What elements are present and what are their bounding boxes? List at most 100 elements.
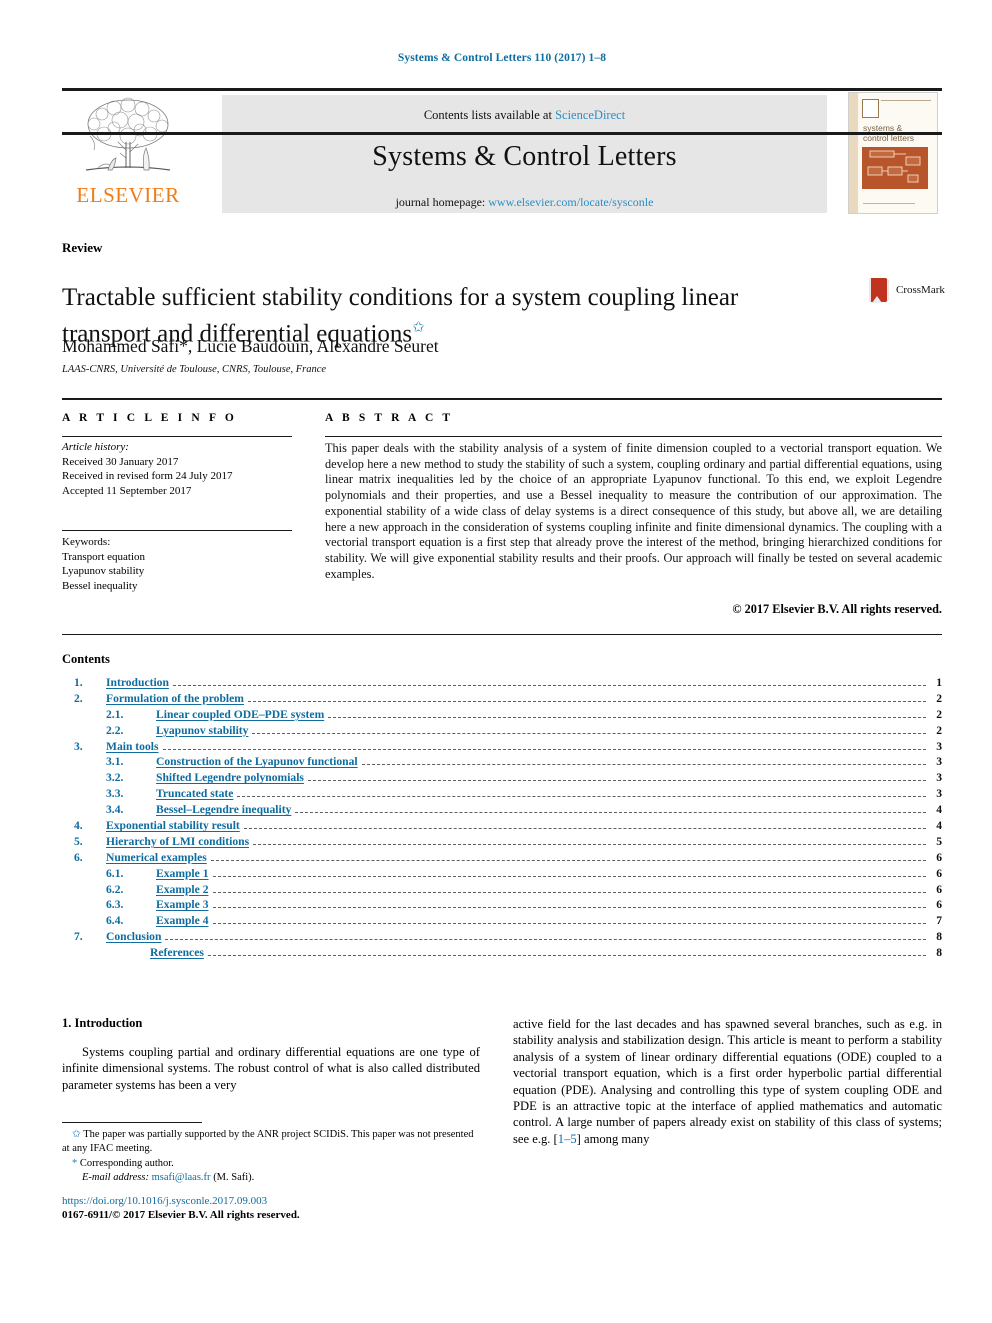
toc-entry-link[interactable]: Example 3	[156, 898, 209, 911]
journal-homepage-link[interactable]: www.elsevier.com/locate/sysconle	[488, 195, 653, 209]
keywords-block: Keywords: Transport equation Lyapunov st…	[62, 535, 292, 593]
footnote-email-line: E-mail address: msafi@laas.fr (M. Safi).	[62, 1171, 482, 1185]
toc-entry-link[interactable]: Linear coupled ODE–PDE system	[156, 708, 324, 721]
history-item: Received 30 January 2017	[62, 455, 179, 468]
toc-entry-link[interactable]: Construction of the Lyapunov functional	[156, 755, 358, 768]
toc-entry[interactable]: 6.4. Example 4 7	[62, 914, 942, 930]
toc-entry-link[interactable]: Exponential stability result	[106, 819, 240, 832]
footnote-rule	[62, 1122, 202, 1123]
toc-entry[interactable]: 3.3. Truncated state 3	[62, 787, 942, 803]
journal-article-page: Systems & Control Letters 110 (2017) 1–8	[0, 0, 992, 1323]
article-history-label: Article history:	[62, 441, 129, 453]
toc-entry[interactable]: 7. Conclusion 8	[62, 930, 942, 946]
toc-entry-link[interactable]: Example 4	[156, 914, 209, 927]
footnote-corresponding: * Corresponding author.	[62, 1157, 482, 1171]
toc-entry-number: 6.1.	[106, 866, 124, 880]
title-footnote-marker: ✩	[412, 319, 425, 336]
keyword-item: Lyapunov stability	[62, 565, 145, 577]
doi-link[interactable]: https://doi.org/10.1016/j.sysconle.2017.…	[62, 1194, 482, 1208]
toc-entry-page: 4	[936, 819, 942, 833]
toc-entry-number: 6.3.	[106, 898, 124, 912]
toc-entry-link[interactable]: Truncated state	[156, 787, 233, 800]
keyword-item: Bessel inequality	[62, 579, 138, 592]
issn-copyright-line: 0167-6911/© 2017 Elsevier B.V. All right…	[62, 1209, 300, 1221]
toc-entry[interactable]: 2.1. Linear coupled ODE–PDE system 2	[62, 708, 942, 724]
toc-entry-number: 2.2.	[106, 723, 124, 737]
toc-entry-link[interactable]: Bessel–Legendre inequality	[156, 803, 291, 816]
toc-leader-dots	[162, 741, 926, 750]
contents-available-prefix: Contents lists available at	[423, 108, 556, 122]
toc-entry[interactable]: References 8	[62, 946, 942, 962]
toc-entry[interactable]: 2.2. Lyapunov stability 2	[62, 724, 942, 740]
toc-entry-link[interactable]: References	[150, 946, 204, 959]
toc-entry-number: 5.	[74, 834, 83, 848]
toc-entry-number: 3.2.	[106, 771, 124, 785]
toc-entry-number: 2.	[74, 691, 83, 705]
toc-entry-number: 6.2.	[106, 882, 124, 896]
cover-diagram-art	[862, 147, 928, 189]
sciencedirect-link[interactable]: ScienceDirect	[555, 108, 625, 122]
toc-entry-number: 3.	[74, 739, 83, 753]
toc-entry-link[interactable]: Main tools	[106, 740, 159, 753]
toc-leader-dots	[212, 868, 926, 877]
toc-entry-link[interactable]: Shifted Legendre polynomials	[156, 771, 304, 784]
toc-entry-page: 2	[936, 691, 942, 705]
doi-block: https://doi.org/10.1016/j.sysconle.2017.…	[62, 1194, 482, 1222]
crossmark-badge-group[interactable]: CrossMark	[862, 270, 945, 310]
crossmark-icon	[862, 275, 892, 305]
toc-entry-link[interactable]: Example 1	[156, 867, 209, 880]
email-owner: (M. Safi).	[213, 1171, 255, 1183]
toc-entry-page: 2	[936, 723, 942, 737]
toc-leader-dots	[172, 677, 926, 686]
toc-leader-dots	[165, 931, 926, 941]
toc-entry-link[interactable]: Numerical examples	[106, 851, 207, 864]
toc-entry[interactable]: 1. Introduction 1	[62, 676, 942, 692]
toc-entry-page: 3	[936, 739, 942, 753]
toc-entry-number: 6.4.	[106, 914, 124, 928]
toc-entry-page: 5	[936, 834, 942, 848]
toc-entry[interactable]: 6.3. Example 3 6	[62, 898, 942, 914]
abstract-rule	[325, 436, 942, 438]
toc-entry-page: 8	[936, 946, 942, 960]
cover-footer-text	[863, 203, 915, 206]
elsevier-tree-icon	[85, 97, 171, 171]
toc-entry[interactable]: 3.1. Construction of the Lyapunov functio…	[62, 755, 942, 771]
toc-entry-link[interactable]: Hierarchy of LMI conditions	[106, 835, 249, 848]
toc-entry[interactable]: 3.2. Shifted Legendre polynomials 3	[62, 771, 942, 787]
intro-right-text-a: active field for the last decades and ha…	[513, 1017, 942, 1146]
toc-entry-number: 3.3.	[106, 787, 124, 801]
toc-entry[interactable]: 6. Numerical examples 6	[62, 851, 942, 867]
toc-entry-link[interactable]: Conclusion	[106, 930, 161, 943]
toc-entry-page: 8	[936, 930, 942, 944]
email-link[interactable]: msafi@laas.fr	[152, 1172, 211, 1183]
cover-header-text	[881, 100, 931, 103]
toc-entry[interactable]: 6.2. Example 2 6	[62, 883, 942, 899]
toc-entry-link[interactable]: Lyapunov stability	[156, 724, 248, 737]
toc-entry[interactable]: 5. Hierarchy of LMI conditions 5	[62, 835, 942, 851]
toc-entry[interactable]: 6.1. Example 1 6	[62, 867, 942, 883]
abstract-text: This paper deals with the stability anal…	[325, 441, 942, 581]
toc-entry-link[interactable]: Introduction	[106, 676, 169, 689]
toc-leader-dots	[328, 709, 926, 718]
footnote-funding: ✩ The paper was partially supported by t…	[62, 1128, 482, 1155]
toc-entry-link[interactable]: Example 2	[156, 883, 209, 896]
abstract-copyright: © 2017 Elsevier B.V. All rights reserved…	[732, 602, 942, 616]
toc-entry-page: 1	[936, 676, 942, 689]
toc-leader-dots	[237, 788, 926, 798]
masthead-bottom-rule	[62, 132, 942, 135]
journal-title: Systems & Control Letters	[372, 141, 677, 172]
toc-entry-number: 7.	[74, 930, 83, 944]
toc-entry-link[interactable]: Formulation of the problem	[106, 692, 244, 705]
footnote-asterisk-marker: *	[72, 1158, 78, 1170]
toc-leader-dots	[207, 947, 926, 957]
toc-leader-dots	[253, 836, 926, 845]
toc-entry[interactable]: 3.4. Bessel–Legendre inequality 4	[62, 803, 942, 819]
toc-entry[interactable]: 4. Exponential stability result 4	[62, 819, 942, 835]
toc-entry-page: 6	[936, 882, 942, 896]
citation-link[interactable]: 1–5	[558, 1132, 577, 1146]
toc-entry[interactable]: 2. Formulation of the problem 2	[62, 692, 942, 708]
intro-right-text-b: ] among many	[576, 1131, 650, 1146]
masthead-banner: Contents lists available at ScienceDirec…	[222, 95, 827, 213]
toc-leader-dots	[295, 804, 926, 814]
toc-entry[interactable]: 3. Main tools 3	[62, 740, 942, 756]
